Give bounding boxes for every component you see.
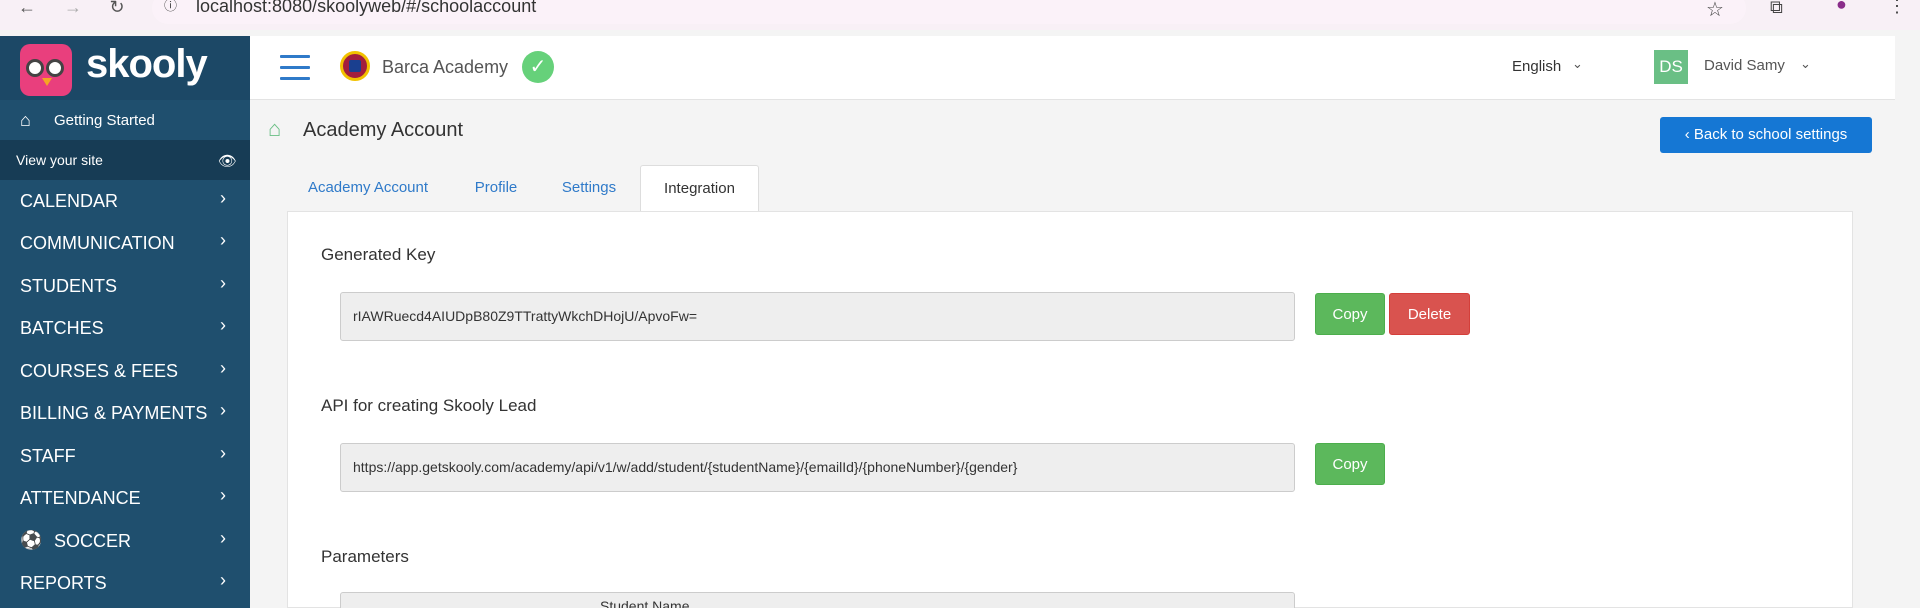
sidebar-item-label: BATCHES [20, 318, 104, 338]
tab-integration[interactable]: Integration [640, 165, 759, 211]
sidebar-item-attendance[interactable]: ATTENDANCE › [0, 477, 250, 519]
tab-academy-account[interactable]: Academy Account [290, 165, 446, 211]
sidebar-item-label: REPORTS [20, 573, 107, 593]
sidebar-item-label: View your site [16, 152, 103, 168]
api-title: API for creating Skooly Lead [321, 396, 537, 415]
forward-arrow-icon[interactable]: → [62, 0, 84, 18]
profile-icon[interactable]: ● [1836, 0, 1858, 16]
chevron-down-icon[interactable]: ⌄ [1572, 56, 1583, 72]
sidebar-item-label: Getting Started [54, 112, 155, 129]
hamburger-menu-icon[interactable] [280, 55, 310, 81]
eye-icon: 👁 [218, 153, 238, 170]
sidebar-item-staff[interactable]: STAFF › [0, 435, 250, 477]
sidebar-item-reports[interactable]: REPORTS › [0, 562, 250, 604]
sidebar-item-view-site[interactable]: View your site 👁 [0, 140, 250, 180]
verified-check-icon: ✓ [522, 51, 554, 83]
sidebar-item-label: BILLING & PAYMENTS [20, 403, 208, 423]
extensions-icon[interactable]: ⧉ [1770, 0, 1783, 18]
chevron-right-icon: › [220, 570, 226, 590]
sidebar-item-label: COMMUNICATION [20, 233, 175, 253]
chevron-right-icon: › [220, 188, 226, 208]
sidebar-item-getting-started[interactable]: ⌂ Getting Started [0, 100, 250, 140]
chevron-right-icon: › [220, 400, 226, 420]
copy-api-button[interactable]: Copy [1315, 443, 1385, 485]
browser-menu-icon[interactable]: ⋮ [1888, 0, 1906, 17]
back-arrow-icon[interactable]: ← [16, 0, 38, 18]
parameters-title: Parameters [321, 547, 409, 566]
home-icon: ⌂ [20, 110, 31, 130]
parameters-table [340, 592, 1295, 608]
chevron-right-icon: › [220, 273, 226, 293]
language-selector[interactable]: English [1512, 58, 1561, 75]
sidebar-item-label: COURSES & FEES [20, 361, 179, 381]
chevron-right-icon: › [220, 358, 226, 378]
reload-icon[interactable]: ↻ [106, 0, 128, 18]
sidebar-item-billing-payments[interactable]: BILLING & PAYMENTS › [0, 392, 250, 434]
chevron-right-icon: › [220, 528, 226, 548]
delete-key-button[interactable]: Delete [1389, 293, 1470, 335]
sidebar-item-soccer[interactable]: ⚽ SOCCER › [0, 520, 250, 562]
avatar[interactable]: DS [1654, 50, 1688, 84]
academy-building-icon: ⌂ [268, 116, 282, 141]
back-button-label: Back to school settings [1693, 126, 1848, 143]
tab-settings[interactable]: Settings [548, 165, 630, 211]
copy-key-button[interactable]: Copy [1315, 293, 1385, 335]
tab-profile[interactable]: Profile [458, 165, 534, 211]
chevron-right-icon: › [220, 485, 226, 505]
sidebar-item-label: ATTENDANCE [20, 488, 141, 508]
url-text[interactable]: localhost:8080/skoolyweb/#/schoolaccount [196, 0, 536, 17]
page-title: Academy Account [303, 119, 464, 141]
sidebar-item-students[interactable]: STUDENTS › [0, 265, 250, 307]
sidebar: skooly ⌂ Getting Started View your site … [0, 36, 250, 608]
user-name[interactable]: David Samy [1704, 57, 1785, 74]
generated-key-field[interactable]: rIAWRuecd4AIUDpB80Z9TTrattyWkchDHojU/Apv… [340, 292, 1295, 341]
bookmark-star-icon[interactable]: ☆ [1706, 0, 1724, 22]
academy-name: Barca Academy [382, 57, 509, 77]
back-to-school-settings-button[interactable]: ‹ Back to school settings [1660, 117, 1872, 153]
logo-text: skooly [86, 42, 208, 86]
chevron-right-icon: › [220, 443, 226, 463]
chevron-right-icon: › [220, 230, 226, 250]
api-url-field[interactable]: https://app.getskooly.com/academy/api/v1… [340, 443, 1295, 492]
sidebar-item-label: SOCCER [54, 531, 132, 551]
logo-area[interactable]: skooly [0, 36, 250, 100]
sidebar-item-courses-fees[interactable]: COURSES & FEES › [0, 350, 250, 392]
soccer-ball-icon: ⚽ [20, 530, 43, 550]
site-info-icon[interactable]: ⓘ [164, 0, 182, 18]
chevron-down-icon[interactable]: ⌄ [1800, 56, 1811, 72]
owl-logo-icon [20, 44, 72, 96]
sidebar-item-label: CALENDAR [20, 191, 119, 211]
param-header: Student Name [600, 598, 690, 608]
sidebar-item-label: STUDENTS [20, 276, 118, 296]
top-header: Barca Academy ✓ English ⌄ DS David Samy … [250, 36, 1895, 100]
generated-key-title: Generated Key [321, 245, 436, 264]
chevron-left-icon: ‹ [1684, 126, 1694, 143]
sidebar-item-communication[interactable]: COMMUNICATION › [0, 222, 250, 264]
chevron-right-icon: › [220, 315, 226, 335]
sidebar-item-batches[interactable]: BATCHES › [0, 307, 250, 349]
sidebar-item-label: STAFF [20, 446, 76, 466]
browser-toolbar: ← → ↻ ⓘ localhost:8080/skoolyweb/#/schoo… [0, 0, 1920, 30]
sidebar-item-calendar[interactable]: CALENDAR › [0, 180, 250, 222]
academy-logo [340, 51, 370, 81]
